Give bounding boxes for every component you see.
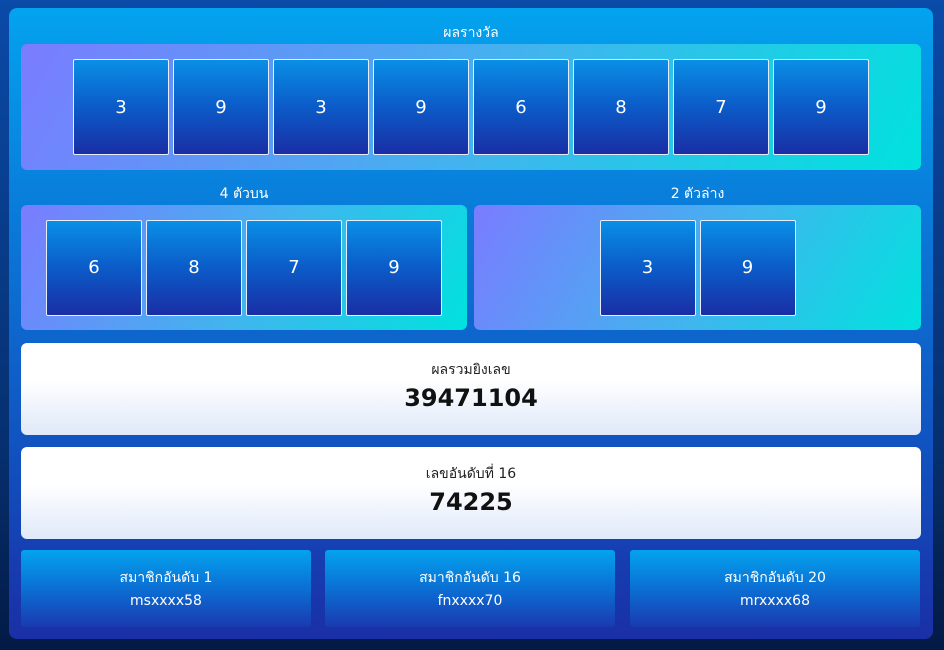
prize-digit: 7 (673, 59, 769, 155)
top4-digit: 9 (346, 219, 442, 316)
member-card-20: สมาชิกอันดับ 20 mrxxxx68 (630, 550, 920, 627)
top4-digit: 7 (246, 219, 342, 316)
sum-label: ผลรวมยิงเลข (431, 362, 511, 378)
prize-digit: 9 (773, 59, 869, 155)
rank16-card: เลขอันดับที่ 16 74225 (21, 447, 921, 539)
top4-digits-box: 6 8 7 9 (21, 205, 467, 330)
rank16-label: เลขอันดับที่ 16 (425, 466, 517, 482)
prize-digit: 8 (573, 59, 669, 155)
member-value: mrxxxx68 (740, 593, 810, 609)
member-card-16: สมาชิกอันดับ 16 fnxxxx70 (325, 550, 615, 627)
bottom2-digits-box: 3 9 (474, 205, 921, 330)
prize-digit: 6 (473, 59, 569, 155)
prize-digit: 9 (373, 59, 469, 155)
sum-card: ผลรวมยิงเลข 39471104 (21, 343, 921, 435)
bottom2-digit: 3 (599, 219, 696, 316)
member-value: fnxxxx70 (437, 593, 503, 609)
member-label: สมาชิกอันดับ 20 (724, 570, 826, 586)
rank16-value: 74225 (429, 488, 513, 516)
member-value: msxxxx58 (130, 593, 202, 609)
bottom2-digit: 9 (699, 219, 796, 316)
prize-title: ผลรางวัล (443, 25, 499, 41)
sum-value: 39471104 (404, 384, 538, 412)
prize-digit: 3 (273, 59, 369, 155)
top4-digit: 6 (46, 219, 142, 316)
member-card-1: สมาชิกอันดับ 1 msxxxx58 (21, 550, 311, 627)
prize-digit: 3 (73, 59, 169, 155)
prize-digit: 9 (173, 59, 269, 155)
member-label: สมาชิกอันดับ 16 (419, 570, 521, 586)
results-panel: ผลรางวัล 3 9 3 9 6 8 7 9 4 ตัวบน 6 8 7 9… (9, 8, 933, 639)
bottom2-title: 2 ตัวล่าง (670, 186, 725, 202)
member-label: สมาชิกอันดับ 1 (119, 570, 213, 586)
prize-digits-box: 3 9 3 9 6 8 7 9 (21, 44, 921, 170)
top4-title: 4 ตัวบน (219, 186, 269, 202)
top4-digit: 8 (146, 219, 242, 316)
